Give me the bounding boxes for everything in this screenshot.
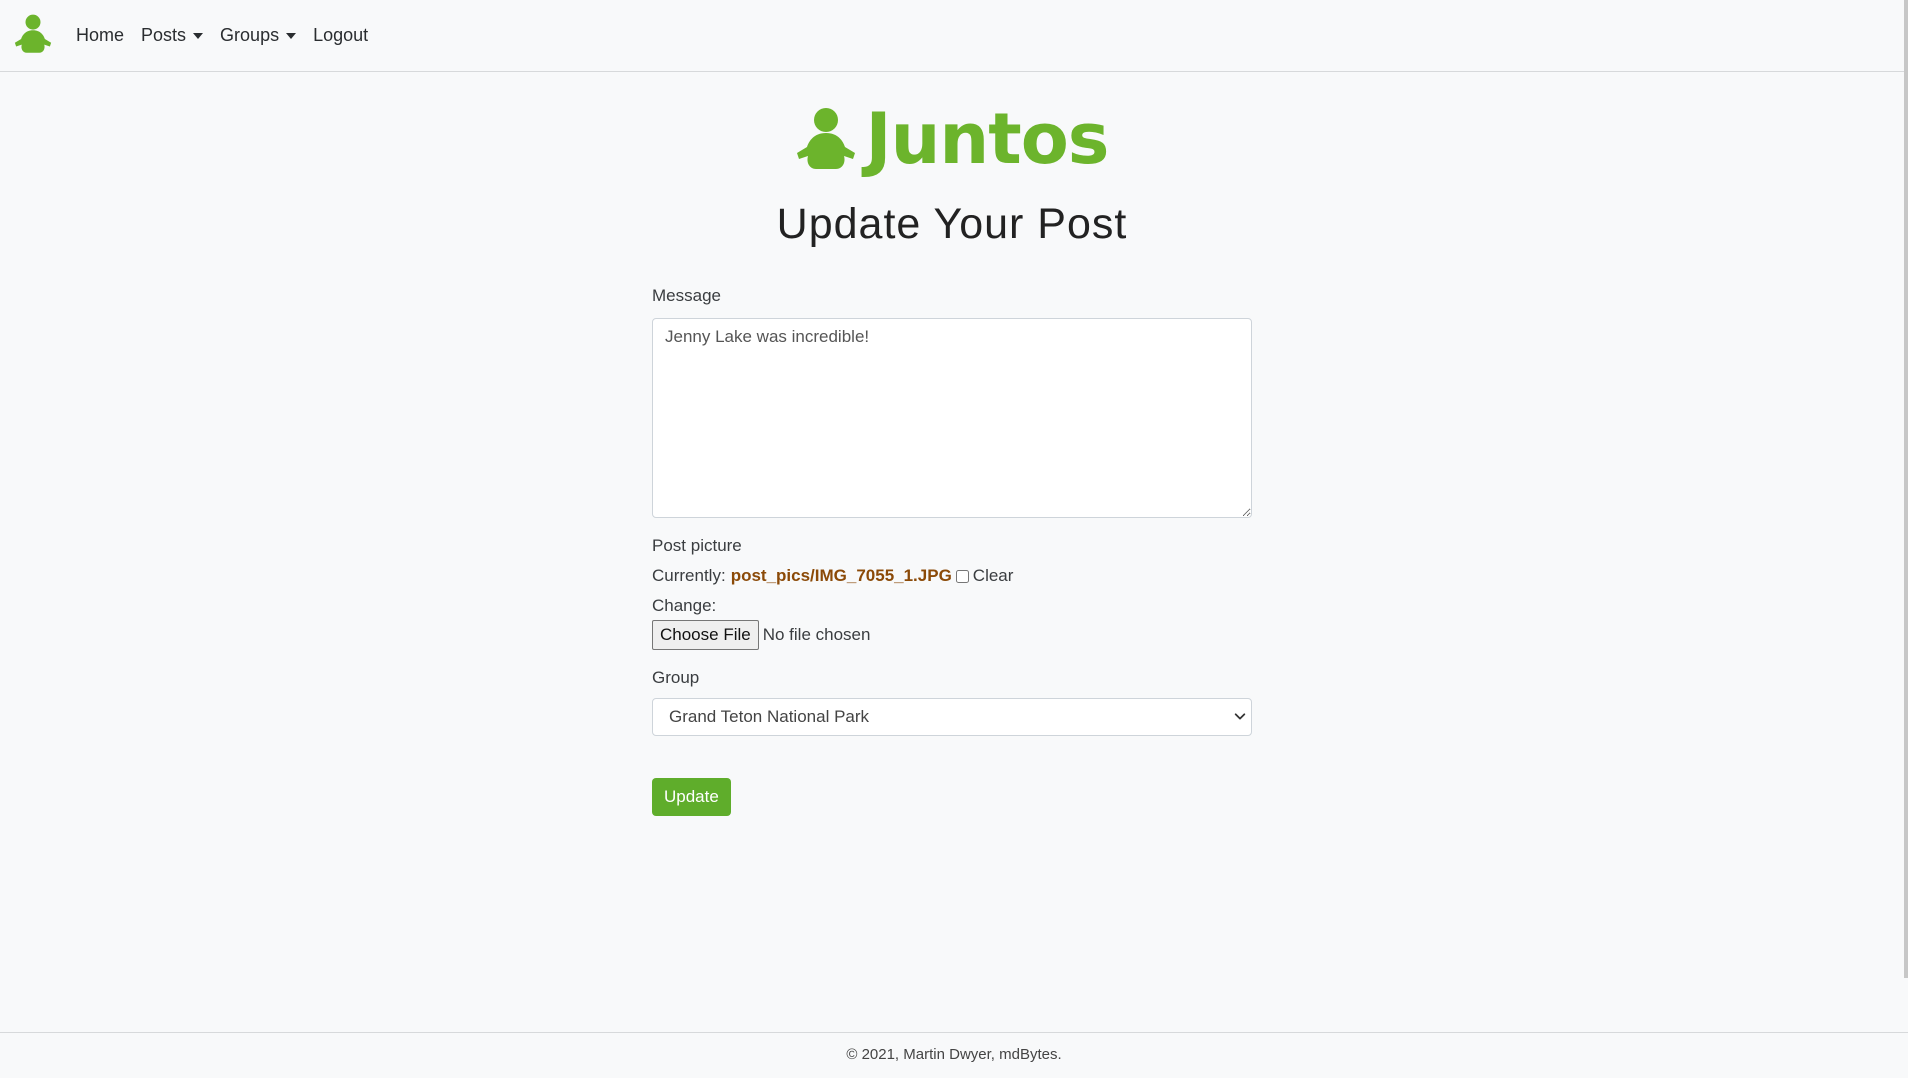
nav-posts-dropdown[interactable]: Posts bbox=[141, 25, 204, 46]
footer-text: © 2021, Martin Dwyer, mdBytes. bbox=[846, 1046, 1062, 1063]
change-label: Change: bbox=[652, 596, 717, 615]
nav-home[interactable]: Home bbox=[76, 25, 124, 46]
chevron-down-icon bbox=[1234, 713, 1246, 720]
current-file-link[interactable]: post_pics/IMG_7055_1.JPG bbox=[731, 566, 952, 586]
update-button[interactable]: Update bbox=[652, 778, 731, 816]
update-post-form: Message Jenny Lake was incredible! Post … bbox=[652, 286, 1252, 816]
post-picture-label: Post picture bbox=[652, 536, 742, 555]
choose-file-button[interactable]: Choose File bbox=[652, 620, 759, 650]
clear-label[interactable]: Clear bbox=[973, 566, 1014, 586]
group-select[interactable]: Grand Teton National Park bbox=[652, 698, 1252, 736]
message-textarea[interactable]: Jenny Lake was incredible! bbox=[652, 318, 1252, 518]
currently-label: Currently: bbox=[652, 566, 726, 585]
caret-down-icon bbox=[286, 32, 297, 39]
nav-groups-dropdown[interactable]: Groups bbox=[220, 25, 297, 46]
nav-groups-label: Groups bbox=[220, 25, 280, 45]
scrollbar[interactable] bbox=[1904, 0, 1908, 978]
group-label: Group bbox=[652, 668, 700, 687]
file-input: Choose File No file chosen bbox=[652, 620, 1252, 650]
no-file-text: No file chosen bbox=[762, 625, 871, 644]
page-title: Update Your Post bbox=[776, 200, 1128, 248]
navbar: Home Posts Groups Logout bbox=[0, 0, 1904, 72]
brand-logo: Juntos bbox=[796, 104, 1109, 174]
person-icon bbox=[796, 108, 855, 169]
nav-logout[interactable]: Logout bbox=[313, 25, 368, 46]
current-picture-row: Currently: post_pics/IMG_7055_1.JPG Clea… bbox=[652, 566, 1252, 586]
footer: © 2021, Martin Dwyer, mdBytes. bbox=[0, 1032, 1908, 1078]
scrollbar-thumb[interactable] bbox=[1904, 0, 1908, 978]
message-label: Message bbox=[652, 286, 721, 305]
clear-checkbox[interactable] bbox=[955, 569, 969, 583]
group-select-value: Grand Teton National Park bbox=[669, 707, 870, 726]
nav-posts-label: Posts bbox=[141, 25, 187, 45]
caret-down-icon bbox=[193, 32, 204, 39]
person-logo-icon[interactable] bbox=[14, 14, 52, 54]
page: Home Posts Groups Logout Juntos Update Y… bbox=[0, 0, 1908, 1078]
brand-header: Juntos bbox=[0, 104, 1904, 174]
brand-name: Juntos bbox=[865, 98, 1110, 180]
